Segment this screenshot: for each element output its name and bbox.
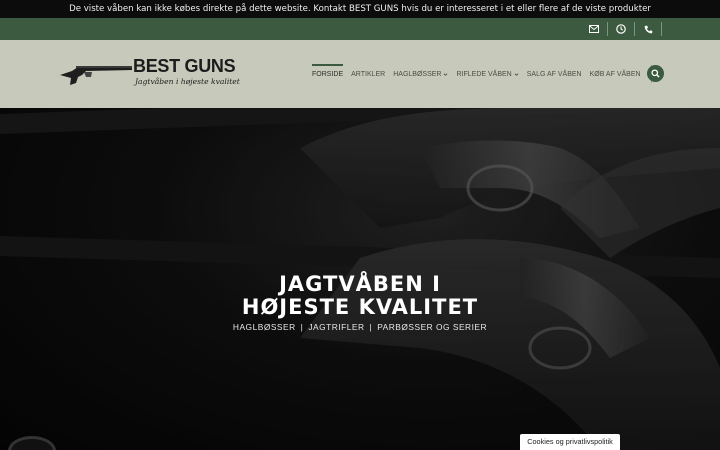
nav-item-artikler[interactable]: ARTIKLER — [351, 71, 385, 78]
nav-item-haglbosser[interactable]: HAGLBØSSER — [393, 71, 448, 78]
notice-bar: De viste våben kan ikke købes direkte på… — [0, 0, 720, 18]
hero-subtitle: HAGLBØSSER | JAGTRIFLER | PARBØSSER OG SERIE… — [0, 322, 720, 332]
notice-text: De viste våben kan ikke købes direkte på… — [69, 4, 651, 14]
mail-icon[interactable] — [583, 18, 605, 40]
search-icon — [651, 69, 660, 78]
nav-item-riflede-vaaben[interactable]: RIFLEDE VÅBEN — [456, 71, 519, 78]
cookie-policy-button[interactable]: Cookies og privatlivspolitik — [520, 434, 620, 450]
search-button[interactable] — [647, 65, 664, 82]
separator: | — [369, 322, 373, 332]
hero-title-line-2: HØJESTE KVALITET — [241, 295, 479, 319]
nav-item-salg-af-vaaben[interactable]: SALG AF VÅBEN — [527, 71, 582, 78]
divider — [634, 22, 635, 36]
hero-banner: JAGTVÅBEN I HØJESTE KVALITET HAGLBØSSER |… — [0, 108, 720, 450]
hero-link-jagtrifler[interactable]: JAGTRIFLER — [308, 322, 364, 332]
main-nav: FORSIDE ARTIKLER HAGLBØSSER RIFLEDE VÅBE… — [312, 63, 660, 83]
clock-icon[interactable] — [610, 18, 632, 40]
shotgun-logo-icon — [60, 66, 132, 85]
top-bar — [0, 18, 720, 40]
separator: | — [300, 322, 304, 332]
hero-link-parbosser[interactable]: PARBØSSER OG SERIER — [377, 322, 487, 332]
brand-tagline: Jagtvåben i højeste kvalitet — [135, 77, 240, 86]
logo[interactable]: BEST GUNS Jagtvåben i højeste kvalitet — [58, 53, 240, 93]
phone-icon[interactable] — [637, 18, 659, 40]
divider — [661, 22, 662, 36]
chevron-down-icon — [444, 72, 448, 76]
nav-item-koeb-af-vaaben[interactable]: KØB AF VÅBEN — [590, 71, 641, 78]
nav-item-forside[interactable]: FORSIDE — [312, 63, 344, 78]
site-header: BEST GUNS Jagtvåben i højeste kvalitet F… — [0, 40, 720, 108]
chevron-down-icon — [514, 72, 519, 76]
divider — [607, 22, 608, 36]
brand-name: BEST GUNS — [133, 56, 236, 76]
hero-link-haglbosser[interactable]: HAGLBØSSER — [233, 322, 296, 332]
